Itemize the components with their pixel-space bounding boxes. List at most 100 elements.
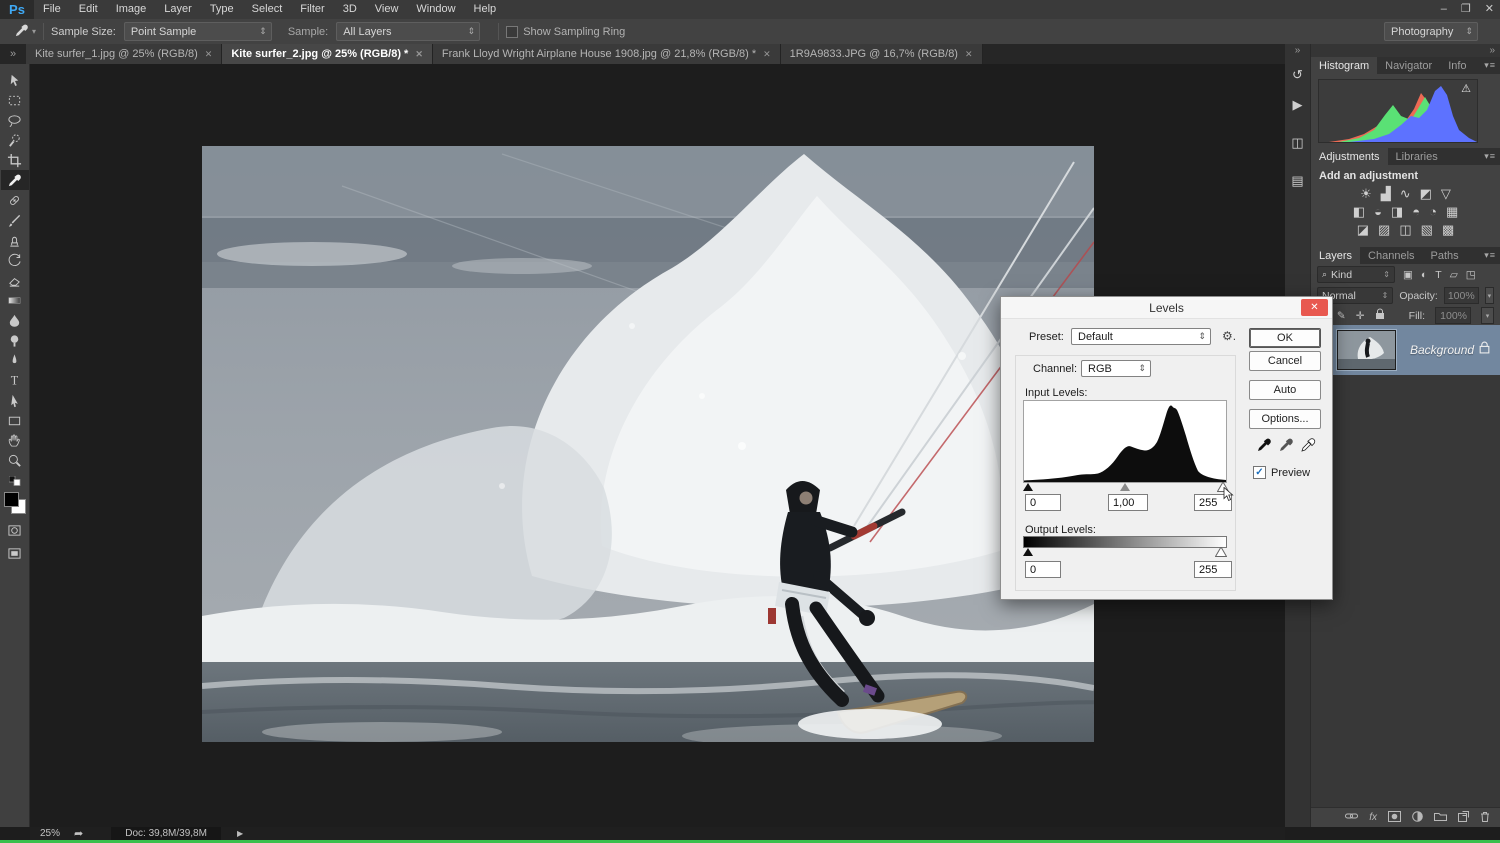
channel-mixer-icon[interactable]: ◔: [1429, 203, 1437, 221]
quick-mask-button[interactable]: [1, 520, 29, 540]
auto-button[interactable]: Auto: [1249, 380, 1321, 400]
add-layer-mask-icon[interactable]: [1388, 811, 1401, 825]
black-point-eyedropper-icon[interactable]: [1256, 437, 1272, 456]
menu-type[interactable]: Type: [201, 0, 243, 19]
link-layers-icon[interactable]: [1345, 811, 1358, 824]
invert-adjustment-icon[interactable]: ◪: [1357, 221, 1369, 239]
dialog-close-button[interactable]: ✕: [1301, 299, 1328, 316]
eyedropper-tool-icon[interactable]: [14, 23, 29, 41]
share-icon[interactable]: ➦: [74, 827, 83, 840]
history-brush-tool[interactable]: [1, 250, 29, 270]
crop-tool[interactable]: [1, 150, 29, 170]
tab-histogram[interactable]: Histogram: [1311, 57, 1377, 74]
channel-select[interactable]: RGB ⇕: [1081, 360, 1151, 377]
tab-adjustments[interactable]: Adjustments: [1311, 148, 1388, 165]
input-midtone-slider[interactable]: [1120, 483, 1130, 491]
filter-shape-layers-icon[interactable]: ▱: [1450, 269, 1458, 281]
move-tool[interactable]: [1, 70, 29, 90]
lock-pixels-icon[interactable]: ✎: [1337, 310, 1346, 322]
tab-close-icon[interactable]: ✕: [965, 49, 973, 60]
minimize-button[interactable]: –: [1441, 0, 1447, 19]
tab-close-icon[interactable]: ✕: [415, 49, 423, 60]
levels-adjustment-icon[interactable]: ▟: [1381, 185, 1391, 203]
menu-image[interactable]: Image: [107, 0, 156, 19]
output-shadow-slider[interactable]: [1023, 548, 1033, 556]
photo-filter-icon[interactable]: ◓: [1412, 203, 1420, 221]
collapse-dock-icon[interactable]: »: [1489, 45, 1495, 56]
input-shadow-field[interactable]: 0: [1025, 494, 1061, 511]
close-button[interactable]: ✕: [1485, 0, 1494, 19]
document-tab-kite-surfer-2[interactable]: Kite surfer_2.jpg @ 25% (RGB/8) * ✕: [222, 44, 433, 64]
filter-type-layers-icon[interactable]: T: [1435, 269, 1441, 281]
tab-paths[interactable]: Paths: [1423, 247, 1467, 264]
type-tool[interactable]: T: [1, 370, 29, 390]
new-adjustment-layer-icon[interactable]: [1412, 811, 1423, 825]
opacity-value[interactable]: 100%: [1444, 287, 1479, 304]
sample-size-select[interactable]: Point Sample ⇕: [124, 22, 272, 41]
spot-healing-brush-tool[interactable]: [1, 190, 29, 210]
menu-3d[interactable]: 3D: [334, 0, 366, 19]
document-tab-airplane-house[interactable]: Frank Lloyd Wright Airplane House 1908.j…: [433, 44, 781, 64]
preview-checkbox-row[interactable]: ✓ Preview: [1253, 466, 1310, 479]
filter-smart-objects-icon[interactable]: ◳: [1466, 269, 1476, 281]
document-size-indicator[interactable]: Doc: 39,8M/39,8M: [111, 827, 221, 840]
lasso-tool[interactable]: [1, 110, 29, 130]
path-selection-tool[interactable]: [1, 390, 29, 410]
color-lookup-icon[interactable]: ▦: [1446, 203, 1458, 221]
eraser-tool[interactable]: [1, 270, 29, 290]
eyedropper-tool[interactable]: [1, 170, 29, 190]
threshold-adjustment-icon[interactable]: ◫: [1399, 221, 1411, 239]
dodge-tool[interactable]: [1, 330, 29, 350]
tab-close-icon[interactable]: ✕: [205, 49, 213, 60]
tab-navigator[interactable]: Navigator: [1377, 57, 1440, 74]
opacity-dropdown-icon[interactable]: ▾: [1485, 287, 1494, 304]
clone-stamp-tool[interactable]: [1, 230, 29, 250]
tab-info[interactable]: Info: [1440, 57, 1474, 74]
actions-panel-icon[interactable]: ▶: [1286, 93, 1310, 117]
delete-layer-icon[interactable]: [1480, 811, 1490, 825]
tab-overflow-icon[interactable]: »: [0, 44, 26, 64]
hue-saturation-icon[interactable]: ◧: [1353, 203, 1365, 221]
document-tab-1r9a9833[interactable]: 1R9A9833.JPG @ 16,7% (RGB/8) ✕: [781, 44, 983, 64]
black-white-icon[interactable]: ◨: [1391, 203, 1403, 221]
workspace-select[interactable]: Photography ⇕: [1384, 22, 1478, 41]
menu-file[interactable]: File: [34, 0, 70, 19]
cancel-button[interactable]: Cancel: [1249, 351, 1321, 371]
screen-mode-button[interactable]: [1, 543, 29, 563]
tab-close-icon[interactable]: ✕: [763, 49, 771, 60]
foreground-color-swatch[interactable]: [4, 492, 19, 507]
histogram-warning-icon[interactable]: ⚠: [1461, 82, 1471, 95]
zoom-tool[interactable]: [1, 450, 29, 470]
menu-filter[interactable]: Filter: [291, 0, 333, 19]
tab-libraries[interactable]: Libraries: [1388, 148, 1446, 165]
gray-point-eyedropper-icon[interactable]: [1278, 437, 1294, 456]
clone-source-panel-icon[interactable]: ◫: [1286, 131, 1310, 155]
menu-select[interactable]: Select: [243, 0, 292, 19]
output-highlight-slider[interactable]: [1215, 547, 1227, 560]
fill-value[interactable]: 100%: [1435, 307, 1471, 324]
blur-tool[interactable]: [1, 310, 29, 330]
layer-row-background[interactable]: Background: [1311, 325, 1500, 375]
restore-button[interactable]: ❐: [1461, 0, 1471, 19]
gradient-tool[interactable]: [1, 290, 29, 310]
selective-color-icon[interactable]: ▧: [1421, 221, 1433, 239]
status-options-arrow-icon[interactable]: ▶: [237, 829, 243, 838]
panel-menu-icon[interactable]: ▾≡: [1484, 148, 1496, 165]
ok-button[interactable]: OK: [1249, 328, 1321, 348]
quick-selection-tool[interactable]: [1, 130, 29, 150]
preset-select[interactable]: Default ⇕: [1071, 328, 1211, 345]
tool-preset-caret-icon[interactable]: ▾: [32, 27, 36, 36]
curves-adjustment-icon[interactable]: ∿: [1400, 185, 1411, 203]
output-highlight-field[interactable]: 255: [1194, 561, 1232, 578]
brightness-contrast-icon[interactable]: ☀: [1360, 185, 1372, 203]
document-tab-kite-surfer-1[interactable]: Kite surfer_1.jpg @ 25% (RGB/8) ✕: [26, 44, 222, 64]
expand-dock-icon[interactable]: »: [1295, 44, 1301, 57]
zoom-level[interactable]: 25%: [40, 828, 60, 839]
preview-checkbox[interactable]: ✓: [1253, 466, 1266, 479]
menu-help[interactable]: Help: [465, 0, 506, 19]
color-balance-icon[interactable]: ◒: [1374, 203, 1382, 221]
white-point-eyedropper-icon[interactable]: [1300, 437, 1316, 456]
lock-position-icon[interactable]: ✛: [1356, 310, 1365, 322]
exposure-adjustment-icon[interactable]: ◩: [1420, 185, 1432, 203]
tool-presets-panel-icon[interactable]: ▤: [1286, 169, 1310, 193]
